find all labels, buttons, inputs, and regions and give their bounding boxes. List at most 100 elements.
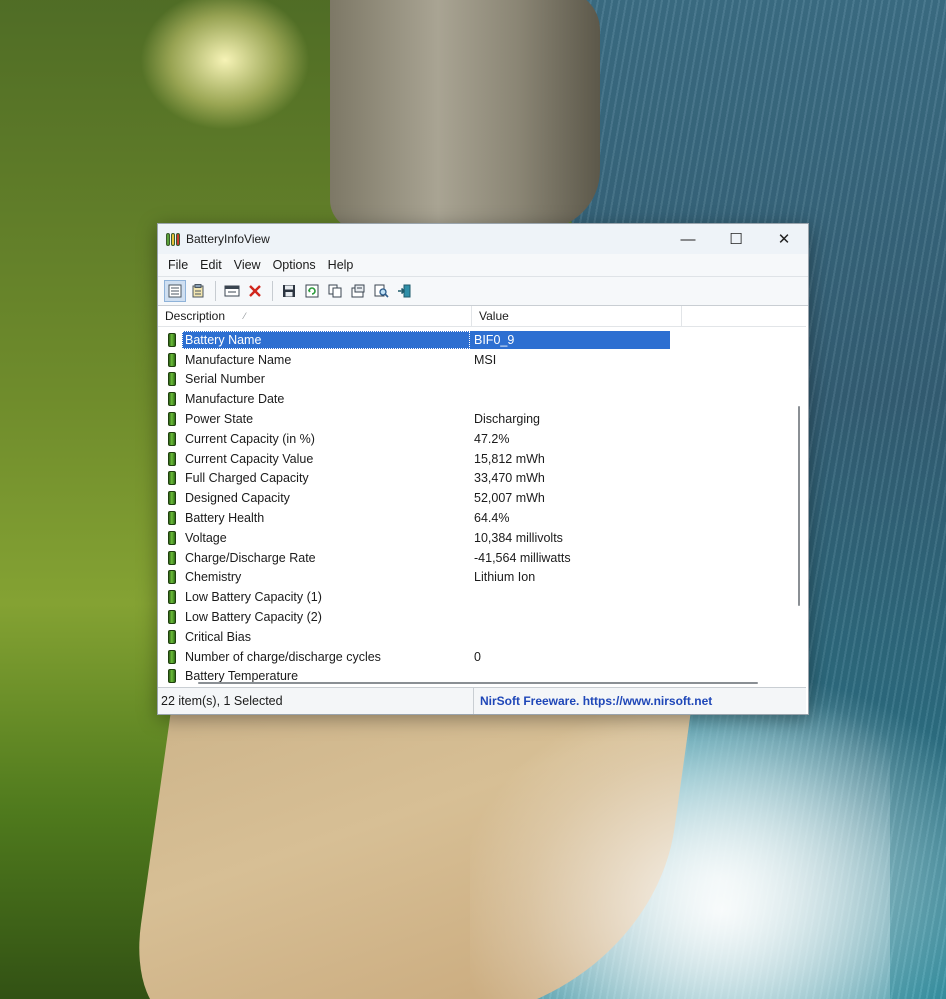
table-row[interactable]: Designed Capacity 52,007 mWh — [158, 488, 794, 508]
row-description: Voltage — [185, 530, 227, 545]
battery-icon — [168, 590, 176, 605]
close-button[interactable]: ✕ — [760, 224, 808, 254]
maximize-button[interactable]: ☐ — [712, 224, 760, 254]
find-icon[interactable] — [370, 280, 392, 302]
table-row[interactable]: Voltage 10,384 millivolts — [158, 528, 794, 548]
battery-icon — [168, 352, 176, 367]
table-row[interactable]: Low Battery Capacity (1) — [158, 587, 794, 607]
html-report-selected-icon[interactable] — [187, 280, 209, 302]
row-value: 10,384 millivolts — [474, 530, 563, 545]
list-header: Description ⁄ Value — [158, 306, 806, 327]
table-row[interactable]: Number of charge/discharge cycles 0 — [158, 647, 794, 667]
table-row[interactable]: Charge/Discharge Rate -41,564 milliwatts — [158, 548, 794, 568]
row-description: Battery Name — [182, 330, 470, 349]
table-row[interactable]: Battery Name BIF0_9 — [158, 330, 794, 350]
battery-icon — [168, 412, 176, 427]
menu-bar: File Edit View Options Help — [158, 254, 808, 276]
vertical-scrollbar[interactable] — [796, 326, 802, 684]
menu-view[interactable]: View — [228, 256, 267, 274]
table-row[interactable]: Chemistry Lithium Ion — [158, 568, 794, 588]
wallpaper-rock — [330, 0, 600, 230]
battery-icon — [168, 629, 176, 644]
window-controls: — ☐ ✕ — [664, 224, 808, 254]
table-row[interactable]: Current Capacity (in %) 47.2% — [158, 429, 794, 449]
row-value: MSI — [474, 352, 497, 367]
row-description: Battery Health — [185, 511, 265, 526]
sort-arrow-icon: ⁄ — [244, 311, 246, 321]
menu-help[interactable]: Help — [322, 256, 360, 274]
row-description: Designed Capacity — [185, 491, 290, 506]
row-description: Serial Number — [185, 372, 265, 387]
table-row[interactable]: Battery Health 64.4% — [158, 508, 794, 528]
row-description: Manufacture Date — [185, 392, 285, 407]
properties-window-icon[interactable] — [221, 280, 243, 302]
nirsoft-link[interactable]: NirSoft Freeware. https://www.nirsoft.ne… — [474, 694, 712, 708]
column-header-filler — [682, 306, 806, 326]
row-description: Chemistry — [185, 570, 242, 585]
row-description: Low Battery Capacity (1) — [185, 590, 322, 605]
table-row[interactable]: Manufacture Date — [158, 389, 794, 409]
wallpaper-sun-glare — [140, 0, 310, 130]
table-row[interactable]: Full Charged Capacity 33,470 mWh — [158, 469, 794, 489]
copy-icon[interactable] — [324, 280, 346, 302]
battery-icon — [168, 372, 176, 387]
save-icon[interactable] — [278, 280, 300, 302]
battery-icon — [168, 332, 176, 347]
menu-options[interactable]: Options — [267, 256, 322, 274]
properties-icon[interactable] — [347, 280, 369, 302]
battery-icon — [168, 511, 176, 526]
wallpaper-surf — [470, 700, 890, 999]
column-header-value[interactable]: Value — [472, 306, 682, 326]
row-value: 47.2% — [474, 431, 510, 446]
column-header-value-label: Value — [479, 309, 509, 323]
window-title: BatteryInfoView — [186, 232, 270, 246]
battery-icon — [168, 530, 176, 545]
table-row[interactable]: Current Capacity Value 15,812 mWh — [158, 449, 794, 469]
html-report-all-icon[interactable] — [164, 280, 186, 302]
row-value: -41,564 milliwatts — [474, 550, 571, 565]
battery-icon — [168, 471, 176, 486]
battery-icon — [168, 431, 176, 446]
row-description: Charge/Discharge Rate — [185, 550, 316, 565]
table-row[interactable]: Power State Discharging — [158, 409, 794, 429]
row-value: 52,007 mWh — [474, 491, 545, 506]
column-header-description[interactable]: Description ⁄ — [158, 306, 472, 326]
row-value: 15,812 mWh — [474, 451, 545, 466]
title-bar[interactable]: BatteryInfoView — ☐ ✕ — [158, 224, 808, 254]
toolbar — [158, 276, 808, 306]
column-header-description-label: Description — [165, 309, 226, 323]
row-description: Current Capacity Value — [185, 451, 314, 466]
row-value: 33,470 mWh — [474, 471, 545, 486]
list-rows: Battery Name BIF0_9 Manufacture Name MSI Ser… — [158, 330, 794, 686]
exit-icon[interactable] — [393, 280, 415, 302]
toolbar-separator — [215, 281, 216, 301]
battery-icon — [168, 392, 176, 407]
battery-icon — [168, 451, 176, 466]
row-description: Current Capacity (in %) — [185, 431, 315, 446]
horizontal-scrollbar-thumb[interactable] — [198, 682, 758, 684]
row-description: Power State — [185, 412, 254, 427]
battery-icon — [168, 491, 176, 506]
row-value: Discharging — [474, 412, 541, 427]
table-row[interactable]: Manufacture Name MSI — [158, 350, 794, 370]
row-description: Number of charge/discharge cycles — [185, 649, 381, 664]
table-row[interactable]: Critical Bias — [158, 627, 794, 647]
battery-icon — [168, 570, 176, 585]
minimize-button[interactable]: — — [664, 224, 712, 254]
battery-icon — [168, 649, 176, 664]
app-icon — [166, 232, 180, 246]
battery-info-list[interactable]: Description ⁄ Value Battery Name BIF0_9 Ma… — [158, 306, 806, 684]
delete-icon[interactable] — [244, 280, 266, 302]
menu-edit[interactable]: Edit — [194, 256, 228, 274]
table-row[interactable]: Serial Number — [158, 370, 794, 390]
refresh-icon[interactable] — [301, 280, 323, 302]
batteryinfoview-window: BatteryInfoView — ☐ ✕ File Edit View Opt… — [157, 223, 809, 715]
row-description: Low Battery Capacity (2) — [185, 610, 322, 625]
row-description: Full Charged Capacity — [185, 471, 309, 486]
table-row[interactable]: Low Battery Capacity (2) — [158, 607, 794, 627]
row-description: Critical Bias — [185, 629, 251, 644]
menu-file[interactable]: File — [162, 256, 194, 274]
battery-icon — [168, 669, 176, 684]
status-bar: 22 item(s), 1 Selected NirSoft Freeware.… — [158, 687, 806, 714]
vertical-scrollbar-thumb[interactable] — [798, 406, 800, 606]
